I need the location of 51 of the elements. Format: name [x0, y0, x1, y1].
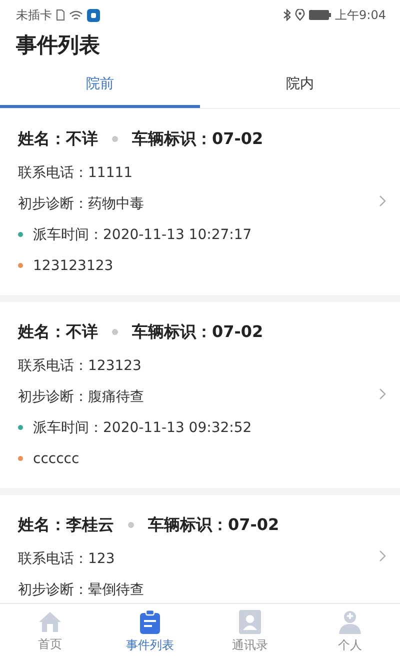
dispatch-time: 派车时间：2020-11-13 09:32:52 [33, 418, 252, 436]
note-text: cccccc [33, 450, 80, 466]
tab[interactable]: 院内 [200, 62, 400, 108]
note-text: 123123123 [33, 258, 114, 274]
dispatch-time: 派车时间：2020-11-13 10:27:17 [33, 226, 252, 244]
app-notification-icon [87, 8, 100, 22]
vehicle-id: 车辆标识：07-02 [132, 322, 264, 342]
phone-text: 联系电话：123123 [18, 356, 142, 374]
nav-label: 首页 [38, 636, 62, 653]
sim-icon [56, 9, 65, 21]
phone-text: 联系电话：123 [18, 550, 115, 568]
diagnosis-text: 初步诊断：药物中毒 [18, 194, 144, 212]
nav-item[interactable]: 个人 [300, 604, 400, 660]
phone-text: 联系电话：11111 [18, 164, 133, 182]
nav-label: 通讯录 [232, 637, 268, 654]
nav-label: 个人 [338, 637, 362, 654]
status-dot [18, 232, 23, 237]
separator-dot [112, 136, 118, 142]
page-title: 事件列表 [15, 32, 101, 59]
nav-item[interactable]: 事件列表 [100, 604, 200, 660]
doctor-icon [338, 610, 362, 634]
event-card[interactable]: 姓名：不详 车辆标识：07-02 联系电话：123123 初步诊断：腹痛待查 派车时间：2020-11-13 09:32:52 cccccc [0, 302, 400, 488]
nav-label: 事件列表 [126, 637, 174, 654]
chevron-right-icon [379, 388, 386, 400]
event-card[interactable]: 姓名：不详 车辆标识：07-02 联系电话：11111 初步诊断：药物中毒 派车时间：2020-11-13 10:27:17 123123123 [0, 109, 400, 295]
location-icon [295, 9, 306, 21]
clock-text: 上午9:04 [335, 6, 386, 24]
carrier-text: 未插卡 [16, 6, 52, 24]
chevron-right-icon [379, 550, 386, 562]
separator-dot [128, 522, 134, 528]
vehicle-id: 车辆标识：07-02 [148, 514, 280, 536]
home-icon [38, 611, 62, 633]
contact-card-icon [239, 610, 261, 634]
chevron-right-icon [379, 195, 386, 207]
patient-name: 姓名：不详 [18, 128, 98, 150]
patient-name: 姓名：不详 [18, 322, 98, 342]
clipboard-icon [140, 610, 160, 634]
status-dot [18, 456, 23, 461]
event-card[interactable]: 姓名：李桂云 车辆标识：07-02 联系电话：123 初步诊断：晕倒待查 [0, 495, 400, 603]
bluetooth-icon [283, 9, 292, 21]
wifi-icon [69, 10, 83, 20]
nav-item[interactable]: 首页 [0, 604, 100, 660]
patient-name: 姓名：李桂云 [18, 514, 114, 536]
battery-icon [309, 10, 332, 20]
diagnosis-text: 初步诊断：腹痛待查 [18, 388, 144, 406]
diagnosis-text: 初步诊断：晕倒待查 [18, 580, 144, 598]
status-dot [18, 263, 23, 268]
separator-dot [112, 329, 118, 335]
nav-item[interactable]: 通讯录 [200, 604, 300, 660]
vehicle-id: 车辆标识：07-02 [132, 128, 264, 150]
status-dot [18, 425, 23, 430]
